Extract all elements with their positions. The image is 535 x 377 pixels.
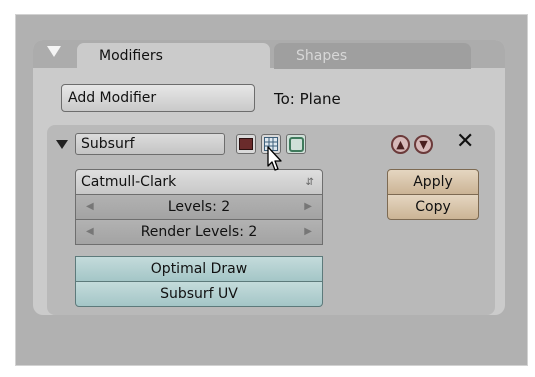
copy-button[interactable]: Copy xyxy=(387,194,479,220)
render-levels-field[interactable]: ◀ Render Levels: 2 ▶ xyxy=(75,219,323,245)
increment-arrow-icon[interactable]: ▶ xyxy=(304,201,312,212)
move-up-button[interactable]: ▲ xyxy=(391,135,410,154)
apply-button[interactable]: Apply xyxy=(387,169,479,195)
chevron-down-icon: ▼ xyxy=(419,138,428,151)
decrement-arrow-icon[interactable]: ◀ xyxy=(86,226,94,237)
add-modifier-button[interactable]: Add Modifier xyxy=(61,84,255,112)
mouse-cursor-icon xyxy=(267,146,282,171)
render-toggle-button[interactable] xyxy=(236,134,256,154)
tab-modifiers[interactable]: Modifiers xyxy=(77,43,270,69)
move-down-button[interactable]: ▼ xyxy=(414,135,433,154)
subsurf-uv-toggle[interactable]: Subsurf UV xyxy=(75,281,323,307)
levels-field[interactable]: ◀ Levels: 2 ▶ xyxy=(75,194,323,220)
render-icon xyxy=(239,138,253,150)
levels-label: Levels: 2 xyxy=(167,199,231,215)
cage-toggle-button[interactable] xyxy=(286,134,306,154)
modifier-name-field[interactable]: Subsurf xyxy=(75,133,225,155)
chevron-up-icon: ▲ xyxy=(396,138,405,151)
optimal-draw-toggle[interactable]: Optimal Draw xyxy=(75,256,323,282)
increment-arrow-icon[interactable]: ▶ xyxy=(304,226,312,237)
subdivision-type-select[interactable]: Catmull-Clark ⇵ xyxy=(75,169,323,195)
target-object-label: To: Plane xyxy=(274,90,341,108)
cage-icon xyxy=(288,136,304,152)
modifier-collapse-icon[interactable] xyxy=(56,140,68,149)
decrement-arrow-icon[interactable]: ◀ xyxy=(86,201,94,212)
subdivision-type-value: Catmull-Clark xyxy=(81,174,177,190)
tab-shapes[interactable]: Shapes xyxy=(274,43,471,69)
panel-collapse-icon[interactable] xyxy=(47,46,61,57)
select-arrows-icon: ⇵ xyxy=(305,176,314,188)
render-levels-label: Render Levels: 2 xyxy=(140,224,258,240)
close-icon[interactable]: ✕ xyxy=(456,131,474,153)
